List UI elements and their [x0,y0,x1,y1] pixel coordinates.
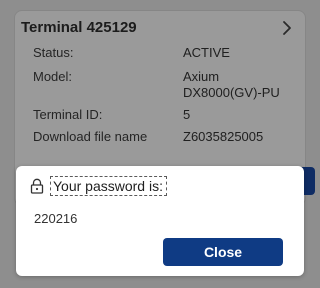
download-file-value: Z6035825005 [183,129,264,144]
dialog-header: Your password is: [30,176,167,196]
dialog-title: Your password is: [50,176,167,196]
terminal-id-value: 5 [183,107,191,122]
lock-icon [30,178,44,194]
password-value: 220216 [34,211,78,226]
password-dialog: Your password is: 220216 Close [16,166,304,276]
status-value: ACTIVE [183,45,230,60]
model-label: Model: [33,69,73,84]
model-value: Axium DX8000(GV)-PU [183,69,280,100]
terminal-title: Terminal 425129 [21,19,137,36]
terminal-id-label: Terminal ID: [33,107,103,122]
close-button[interactable]: Close [163,238,283,266]
download-file-label: Download file name [33,129,148,144]
status-label: Status: [33,45,74,60]
chevron-right-icon[interactable] [278,19,296,37]
